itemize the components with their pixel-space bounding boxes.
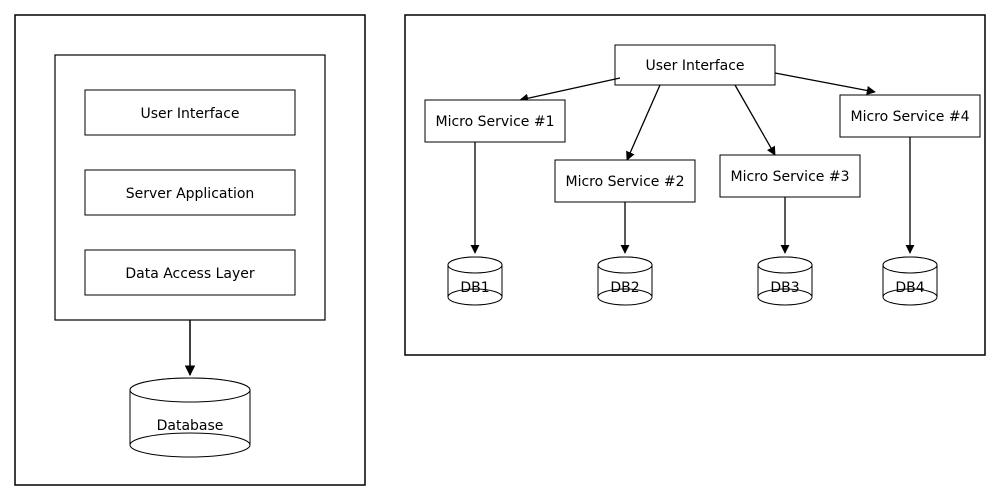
monolith-layer-dal: Data Access Layer — [85, 250, 295, 295]
ms-service-4-label: Micro Service #4 — [851, 109, 970, 125]
ms-service-3-label: Micro Service #3 — [731, 169, 850, 185]
monolith-layer-server-label: Server Application — [126, 186, 255, 202]
ms-ui-label: User Interface — [645, 58, 744, 74]
ms-db4: DB4 — [883, 257, 937, 305]
ms-db1-label: DB1 — [460, 280, 489, 296]
monolith-layer-ui: User Interface — [85, 90, 295, 135]
ms-service-1-label: Micro Service #1 — [436, 114, 555, 130]
ms-ui: User Interface — [615, 45, 775, 85]
monolith-panel: User Interface Server Application Data A… — [15, 15, 365, 485]
ms-service-2-label: Micro Service #2 — [566, 174, 685, 190]
monolith-database: Database — [130, 378, 250, 457]
ms-db2-label: DB2 — [610, 280, 639, 296]
microservices-panel: User Interface Micro Service #1 Micro Se… — [405, 15, 985, 355]
ms-db1: DB1 — [448, 257, 502, 305]
ms-db3-label: DB3 — [770, 280, 799, 296]
ms-db4-label: DB4 — [895, 280, 924, 296]
ms-db2: DB2 — [598, 257, 652, 305]
monolith-layer-server: Server Application — [85, 170, 295, 215]
ms-service-1: Micro Service #1 — [425, 100, 565, 142]
ms-service-2: Micro Service #2 — [555, 160, 695, 202]
monolith-layer-dal-label: Data Access Layer — [125, 266, 255, 282]
monolith-database-label: Database — [157, 418, 224, 434]
ms-service-4: Micro Service #4 — [840, 95, 980, 137]
ms-db3: DB3 — [758, 257, 812, 305]
monolith-layer-ui-label: User Interface — [140, 106, 239, 122]
ms-service-3: Micro Service #3 — [720, 155, 860, 197]
